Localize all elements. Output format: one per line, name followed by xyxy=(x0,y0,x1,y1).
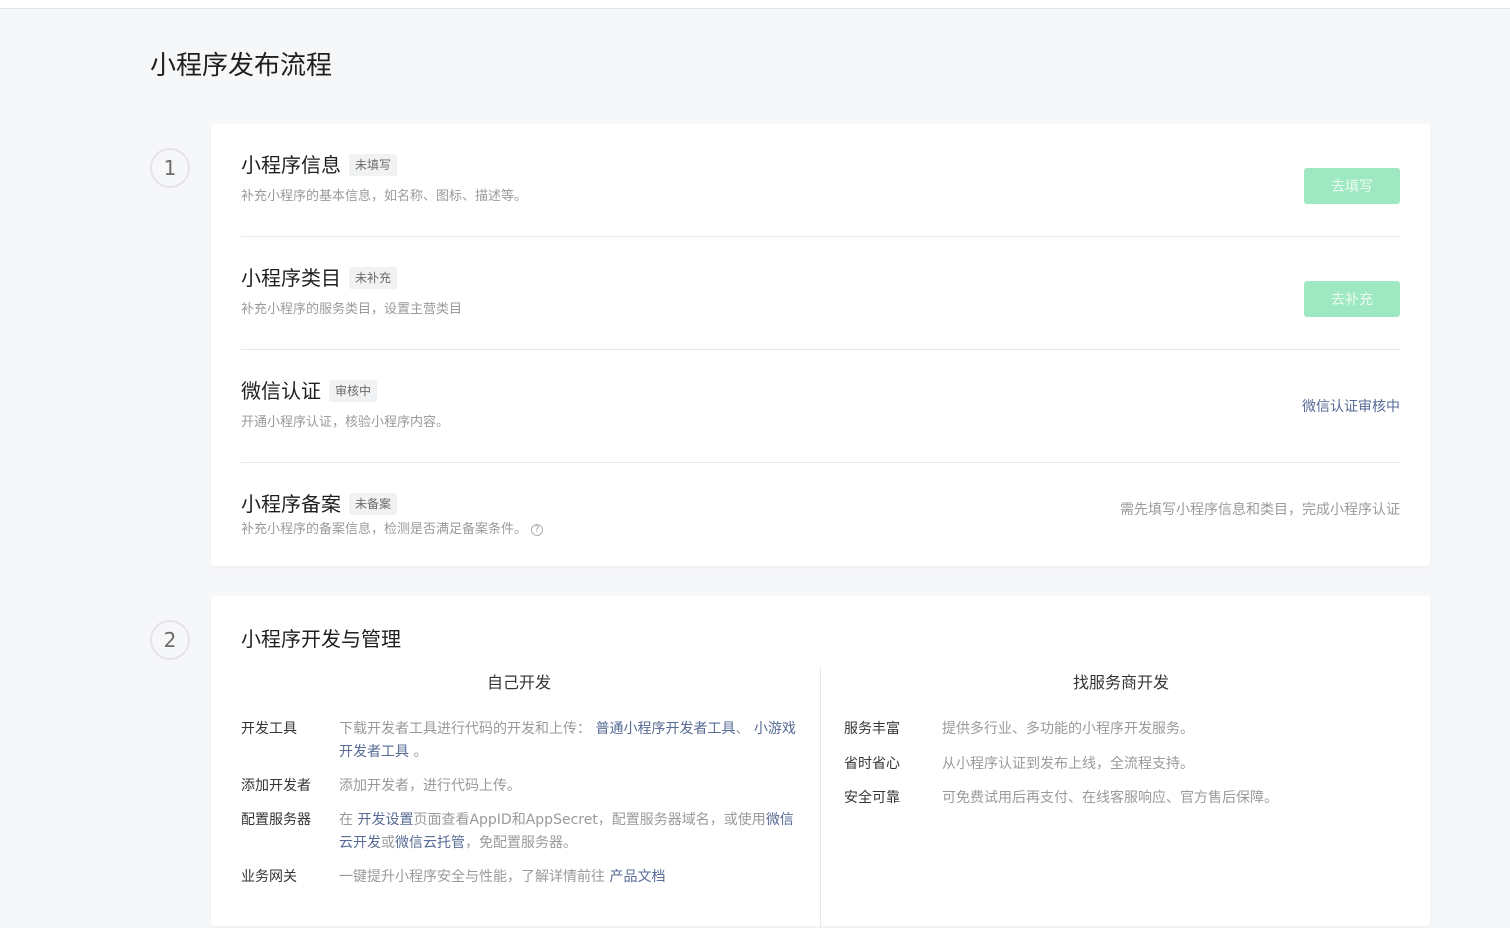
item-label: 省时省心 xyxy=(844,756,900,772)
list-item-configure-server: 配置服务器 在 开发设置页面查看AppID和AppSecret，配置服务器域名，… xyxy=(241,809,801,855)
item-label: 添加开发者 xyxy=(241,778,311,794)
status-badge: 未补充 xyxy=(349,267,398,289)
mini-program-devtools-link[interactable]: 普通小程序开发者工具 xyxy=(595,721,735,737)
row-mini-program-info: 小程序信息 未填写 补充小程序的基本信息，如名称、图标、描述等。 去填写 xyxy=(241,124,1400,237)
item-text-part: 页面查看AppID和AppSecret，配置服务器域名，或使用 xyxy=(413,812,766,828)
row-mini-program-category: 小程序类目 未补充 补充小程序的服务类目，设置主营类目 去补充 xyxy=(241,237,1400,350)
row-title: 小程序备案 xyxy=(241,492,341,516)
wechat-link[interactable]: 微信 xyxy=(766,812,794,828)
item-text: 提供多行业、多功能的小程序开发服务。 xyxy=(942,721,1194,737)
column-divider xyxy=(820,668,821,928)
item-text: 从小程序认证到发布上线，全流程支持。 xyxy=(942,756,1194,772)
self-develop-heading: 自己开发 xyxy=(486,673,551,692)
list-item-dev-tools: 开发工具 下载开发者工具进行代码的开发和上传： 普通小程序开发者工具、 小游戏 … xyxy=(241,718,801,764)
list-item-secure: 安全可靠 可免费试用后再支付、在线客服响应、官方售后保障。 xyxy=(844,787,1400,810)
item-text-part: 、 xyxy=(735,721,750,737)
step-number-2: 2 xyxy=(150,620,190,660)
section-title: 小程序开发与管理 xyxy=(241,627,401,651)
cloud-dev-link[interactable]: 云开发 xyxy=(339,835,381,851)
item-text-part: 。 xyxy=(413,744,428,760)
item-label: 服务丰富 xyxy=(844,721,900,737)
item-text-part: 一键提升小程序安全与性能，了解详情前往 xyxy=(339,869,605,885)
add-category-button[interactable]: 去补充 xyxy=(1304,281,1400,317)
item-text-part: ，免配置服务器。 xyxy=(465,835,577,851)
item-text: 一键提升小程序安全与性能，了解详情前往 产品文档 xyxy=(339,866,665,889)
status-badge: 未备案 xyxy=(349,493,398,515)
item-text-part: 在 xyxy=(339,812,353,828)
item-label: 业务网关 xyxy=(241,869,297,885)
row-description: 补充小程序的基本信息，如名称、图标、描述等。 xyxy=(241,189,528,204)
row-wechat-verification: 微信认证 审核中 开通小程序认证，核验小程序内容。 微信认证审核中 xyxy=(241,350,1400,463)
row-mini-program-filing: 小程序备案 未备案 补充小程序的备案信息，检测是否满足备案条件。 ? 需先填写小… xyxy=(241,463,1400,566)
status-badge: 审核中 xyxy=(329,380,378,402)
step-number-1: 1 xyxy=(150,148,190,188)
wechat-cloud-hosting-link[interactable]: 微信云托管 xyxy=(395,835,465,851)
devtools-link[interactable]: 开发者工具 xyxy=(339,744,409,760)
row-description: 补充小程序的服务类目，设置主营类目 xyxy=(241,302,463,317)
verification-status-link[interactable]: 微信认证审核中 xyxy=(1302,398,1400,416)
item-text: 在 开发设置页面查看AppID和AppSecret，配置服务器域名，或使用微信 … xyxy=(339,809,794,855)
row-title: 小程序信息 xyxy=(241,153,341,177)
item-label: 配置服务器 xyxy=(241,812,311,828)
dev-settings-link[interactable]: 开发设置 xyxy=(357,812,413,828)
row-description: 补充小程序的备案信息，检测是否满足备案条件。 ? xyxy=(241,521,544,539)
item-text: 下载开发者工具进行代码的开发和上传： 普通小程序开发者工具、 小游戏 开发者工具… xyxy=(339,718,796,764)
list-item-rich-services: 服务丰富 提供多行业、多功能的小程序开发服务。 xyxy=(844,718,1400,741)
filing-prerequisite-note: 需先填写小程序信息和类目，完成小程序认证 xyxy=(1120,502,1400,518)
list-item-business-gateway: 业务网关 一键提升小程序安全与性能，了解详情前往 产品文档 xyxy=(241,866,801,889)
vendor-develop-heading: 找服务商开发 xyxy=(1072,673,1169,692)
row-description: 开通小程序认证，核验小程序内容。 xyxy=(241,415,450,430)
list-item-save-time: 省时省心 从小程序认证到发布上线，全流程支持。 xyxy=(844,753,1400,776)
row-title: 微信认证 xyxy=(241,379,321,403)
status-badge: 未填写 xyxy=(349,154,398,176)
row-title: 小程序类目 xyxy=(241,266,341,290)
publish-requirements-card: 小程序信息 未填写 补充小程序的基本信息，如名称、图标、描述等。 去填写 小程序… xyxy=(211,124,1430,566)
item-text: 可免费试用后再支付、在线客服响应、官方售后保障。 xyxy=(942,790,1278,806)
mini-game-link[interactable]: 小游戏 xyxy=(754,721,796,737)
page-title: 小程序发布流程 xyxy=(150,51,333,81)
item-text-part: 下载开发者工具进行代码的开发和上传： xyxy=(339,721,591,737)
item-label: 安全可靠 xyxy=(844,790,900,806)
item-text: 添加开发者，进行代码上传。 xyxy=(339,778,521,794)
item-text-part: 或 xyxy=(381,835,395,851)
top-bar xyxy=(0,0,1510,9)
product-docs-link[interactable]: 产品文档 xyxy=(609,869,665,885)
item-label: 开发工具 xyxy=(241,721,297,737)
question-circle-icon[interactable]: ? xyxy=(531,524,544,536)
fill-info-button[interactable]: 去填写 xyxy=(1304,168,1400,204)
row-description-text: 补充小程序的备案信息，检测是否满足备案条件。 xyxy=(241,522,528,537)
development-management-card: 小程序开发与管理 自己开发 找服务商开发 开发工具 下载开发者工具进行代码的开发… xyxy=(211,596,1430,928)
list-item-add-developer: 添加开发者 添加开发者，进行代码上传。 xyxy=(241,775,801,798)
